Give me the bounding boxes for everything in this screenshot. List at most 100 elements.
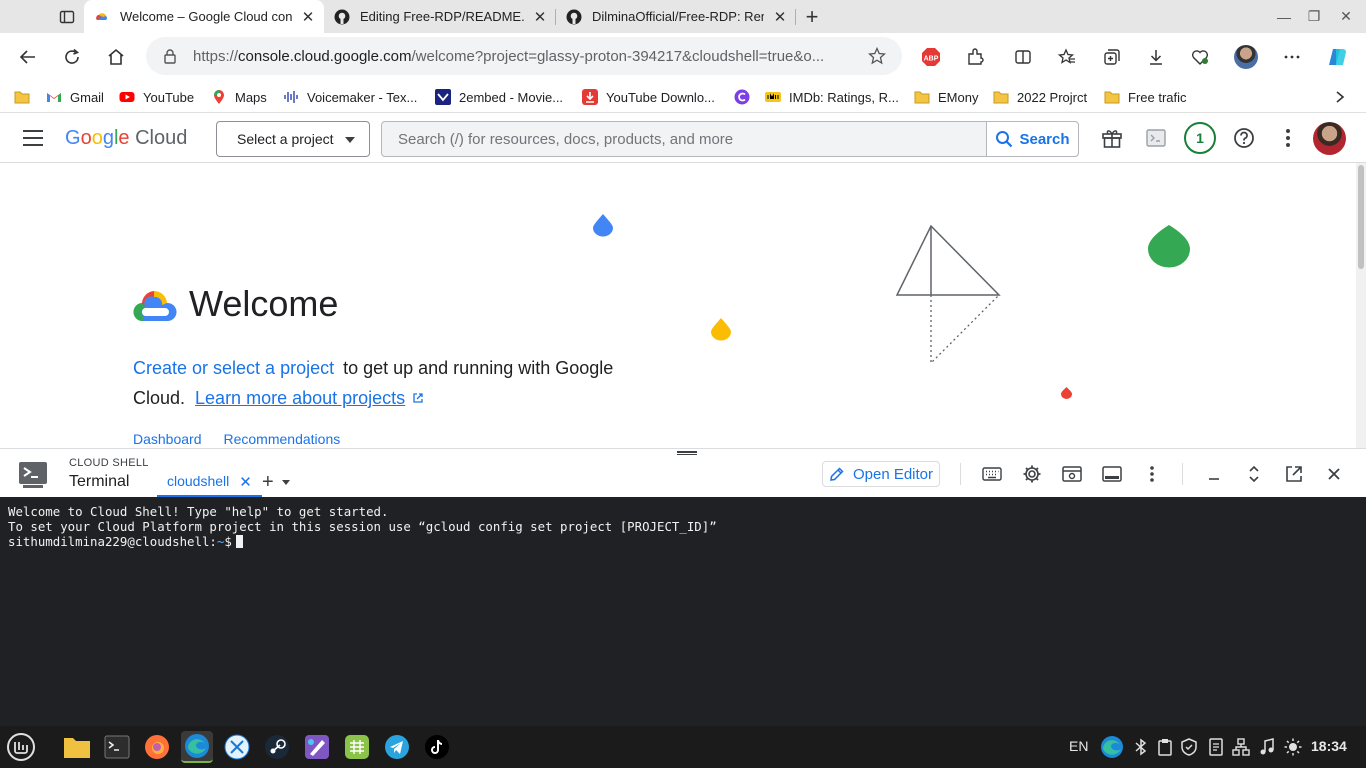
files-folder-icon[interactable] [61, 731, 93, 763]
tab-recommendations[interactable]: Recommendations [224, 431, 341, 447]
notifications-badge[interactable]: 1 [1184, 122, 1216, 154]
bookmark-youtube[interactable]: YouTube [119, 87, 194, 107]
keyboard-language[interactable]: EN [1069, 738, 1088, 754]
settings-gear-icon[interactable] [1021, 463, 1043, 485]
gift-icon[interactable] [1099, 125, 1125, 151]
close-tab-icon[interactable]: ✕ [532, 9, 548, 26]
bookmark-2embed[interactable]: 2embed - Movie... [435, 87, 563, 107]
tab-actions-icon[interactable] [50, 0, 84, 33]
bookmark-imdb[interactable]: IMDb: Ratings, R... [765, 87, 899, 107]
bookmark-maps[interactable]: Maps [211, 87, 267, 107]
close-tab-icon[interactable]: ✕ [772, 9, 788, 26]
web-preview-icon[interactable] [1061, 463, 1083, 485]
steam-icon[interactable] [261, 731, 293, 763]
create-project-link[interactable]: Create or select a project [133, 358, 334, 378]
help-icon[interactable] [1231, 125, 1257, 151]
telegram-icon[interactable] [381, 731, 413, 763]
close-panel-icon[interactable] [1323, 463, 1345, 485]
spreadsheet-app-icon[interactable] [341, 731, 373, 763]
edge-tray-icon[interactable] [1100, 735, 1124, 762]
minimize-panel-icon[interactable] [1203, 463, 1225, 485]
clipboard-icon[interactable] [1157, 738, 1173, 759]
tiktok-icon[interactable] [421, 731, 453, 763]
edge-browser-icon[interactable] [181, 731, 213, 763]
network-app-icon[interactable] [221, 731, 253, 763]
page-scrollbar[interactable] [1356, 163, 1366, 448]
bookmark-youtube-downloader[interactable]: YouTube Downlo... [582, 87, 715, 107]
brightness-icon[interactable] [1284, 738, 1302, 759]
tab-cloudshell[interactable]: cloudshell ✕ [157, 465, 262, 498]
home-icon[interactable] [100, 41, 132, 73]
project-select-button[interactable]: Select a project [216, 121, 370, 157]
refresh-icon[interactable] [56, 41, 88, 73]
folder-icon [914, 91, 930, 104]
address-bar[interactable]: https://console.cloud.google.com/welcome… [146, 37, 902, 75]
copilot-icon[interactable] [1322, 41, 1354, 73]
browser-essentials-icon[interactable] [1184, 41, 1216, 73]
music-icon[interactable] [1259, 738, 1275, 759]
bookmarks-overflow-chevron-icon[interactable] [1334, 87, 1346, 107]
search-button[interactable]: Search [986, 122, 1078, 156]
dropdown-caret-icon [345, 137, 355, 143]
drawing-app-icon[interactable] [301, 731, 333, 763]
bookmark-free-trafic[interactable]: Free trafic [1104, 87, 1187, 107]
bookmark-c[interactable] [734, 87, 758, 107]
bluetooth-icon[interactable] [1134, 738, 1148, 759]
adblock-icon[interactable]: ABP [915, 41, 947, 73]
split-screen-icon[interactable] [1007, 41, 1039, 73]
more-options-icon[interactable] [1276, 41, 1308, 73]
browser-tab-google-cloud[interactable]: Welcome – Google Cloud con ✕ [84, 0, 324, 33]
close-tab-icon[interactable]: ✕ [300, 9, 316, 26]
profile-avatar[interactable] [1230, 41, 1262, 73]
notes-icon[interactable] [1208, 738, 1224, 759]
more-vert-icon[interactable] [1275, 125, 1301, 151]
downloads-icon[interactable] [1140, 41, 1172, 73]
panel-resize-handle[interactable] [677, 451, 697, 455]
activate-cloud-shell-icon[interactable] [1143, 125, 1169, 151]
close-tab-icon[interactable]: ✕ [239, 473, 252, 491]
restore-window-icon[interactable]: ❐ [1298, 0, 1330, 33]
favorite-star-icon[interactable] [868, 47, 886, 65]
collections-icon[interactable] [1096, 41, 1128, 73]
bookmark-folder[interactable] [14, 87, 38, 107]
divider [1182, 463, 1183, 485]
main-menu-icon[interactable] [22, 128, 44, 148]
open-new-window-icon[interactable] [1283, 463, 1305, 485]
maps-icon [214, 90, 224, 104]
clock[interactable]: 18:34 [1311, 738, 1347, 754]
external-link-icon [413, 393, 423, 403]
network-icon[interactable] [1232, 738, 1250, 759]
keyboard-icon[interactable] [981, 463, 1003, 485]
minimize-window-icon[interactable]: — [1268, 0, 1300, 33]
search-input[interactable] [382, 122, 986, 156]
shield-icon[interactable] [1181, 738, 1197, 759]
bookmark-gmail[interactable]: Gmail [46, 87, 104, 107]
tab-dashboard[interactable]: Dashboard [133, 431, 202, 447]
back-icon[interactable] [12, 41, 44, 73]
learn-more-projects-link[interactable]: Learn more about projects [195, 388, 405, 408]
open-editor-button[interactable]: Open Editor [822, 461, 940, 487]
extensions-icon[interactable] [959, 41, 991, 73]
bookmark-emony[interactable]: EMony [914, 87, 978, 107]
lock-icon[interactable] [162, 48, 178, 64]
close-window-icon[interactable]: ✕ [1330, 0, 1362, 33]
new-tab-button[interactable]: + [796, 0, 828, 33]
add-session-button[interactable]: + [262, 471, 290, 494]
bookmark-voicemaker[interactable]: Voicemaker - Tex... [283, 87, 417, 107]
decorative-green-drop [1148, 225, 1190, 268]
account-avatar[interactable] [1313, 122, 1346, 155]
chevron-down-icon[interactable] [281, 480, 290, 485]
favorites-icon[interactable] [1051, 41, 1083, 73]
terminal-layout-icon[interactable] [1101, 463, 1123, 485]
browser-tab-free-rdp[interactable]: DilminaOfficial/Free-RDP: Rem ✕ [556, 0, 796, 33]
scrollbar-thumb[interactable] [1358, 165, 1364, 269]
start-menu-icon[interactable] [5, 731, 37, 763]
more-vert-icon[interactable] [1141, 463, 1163, 485]
terminal-app-icon[interactable] [101, 731, 133, 763]
google-cloud-logo[interactable]: Google Cloud [65, 127, 187, 150]
expand-panel-icon[interactable] [1243, 463, 1265, 485]
terminal-output[interactable]: Welcome to Cloud Shell! Type "help" to g… [0, 497, 1366, 726]
firefox-icon[interactable] [141, 731, 173, 763]
bookmark-2022-projrct[interactable]: 2022 Projrct [993, 87, 1087, 107]
browser-tab-editing-readme[interactable]: Editing Free-RDP/README.md ✕ [324, 0, 556, 33]
